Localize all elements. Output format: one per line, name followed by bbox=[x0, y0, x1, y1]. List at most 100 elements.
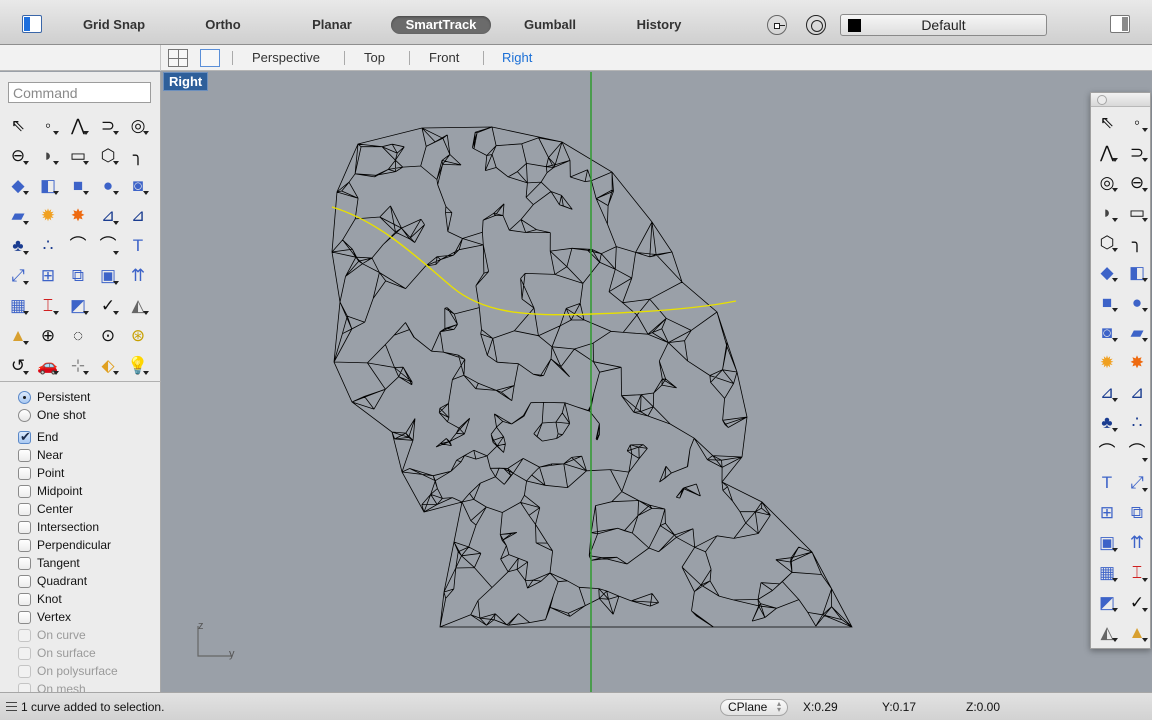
array-tool-button[interactable]: ⊞ bbox=[33, 260, 63, 290]
command-input[interactable] bbox=[8, 82, 151, 103]
checkbox[interactable] bbox=[18, 610, 31, 624]
mesh-edges[interactable] bbox=[331, 126, 853, 628]
lightbulb-tool-button[interactable]: 💡 bbox=[123, 350, 153, 380]
checkbox[interactable] bbox=[18, 466, 31, 480]
osnap-center[interactable]: Center bbox=[18, 500, 158, 518]
polygon-tool-button[interactable]: ⬡ bbox=[93, 140, 123, 170]
check-tool-button[interactable]: ✓ bbox=[1122, 587, 1152, 617]
zoom-in-out-tool-button[interactable]: ⊕ bbox=[33, 320, 63, 350]
point-tool-button[interactable]: ◦ bbox=[33, 110, 63, 140]
polyline-tool-button[interactable]: ⋀ bbox=[1092, 137, 1122, 167]
rotate-scale-tool-button[interactable]: ⧉ bbox=[1122, 497, 1152, 527]
solid-edit-tool-button[interactable]: ▣ bbox=[93, 260, 123, 290]
render-light-tool-button[interactable]: ▲ bbox=[3, 320, 33, 350]
viewport-canvas[interactable] bbox=[162, 72, 1152, 692]
curve-edit-tool-button[interactable]: ⌒ bbox=[63, 230, 93, 260]
surface-patch-tool-button[interactable]: ▰ bbox=[1122, 317, 1152, 347]
checkbox[interactable] bbox=[18, 574, 31, 588]
arc-tool-button[interactable]: ◗ bbox=[1092, 197, 1122, 227]
zoom-extents-tool-button[interactable]: ⊙ bbox=[93, 320, 123, 350]
render-shapes-tool-button[interactable]: ◭ bbox=[1092, 617, 1122, 647]
gumball-button[interactable]: Gumball bbox=[518, 16, 582, 34]
cylinder-tool-button[interactable]: ◙ bbox=[1092, 317, 1122, 347]
hamburger-menu-icon[interactable] bbox=[6, 702, 17, 711]
history-button[interactable]: History bbox=[630, 16, 688, 34]
text-tool-button[interactable]: T bbox=[123, 230, 153, 260]
car-render-tool-button[interactable]: 🚗 bbox=[33, 350, 63, 380]
transform-tool-button[interactable]: ◩ bbox=[1092, 587, 1122, 617]
dimension-tool-button[interactable]: ⌶ bbox=[33, 290, 63, 320]
polygon-tool-button[interactable]: ⬡ bbox=[1092, 227, 1122, 257]
zoom-selected-tool-button[interactable]: ⊛ bbox=[123, 320, 153, 350]
transform-tool-button[interactable]: ◩ bbox=[63, 290, 93, 320]
ellipse-tool-button[interactable]: ⊖ bbox=[1122, 167, 1152, 197]
check-tool-button[interactable]: ✓ bbox=[93, 290, 123, 320]
palette-titlebar[interactable] bbox=[1091, 93, 1150, 107]
mesh-wireframe[interactable] bbox=[331, 126, 853, 628]
surface-from-points-tool-button[interactable]: ◆ bbox=[1092, 257, 1122, 287]
extrude-arrows-tool-button[interactable]: ⇈ bbox=[1122, 527, 1152, 557]
select-arrow-tool-button[interactable]: ⇖ bbox=[3, 110, 33, 140]
dimension-tool-button[interactable]: ⌶ bbox=[1122, 557, 1152, 587]
toggle-left-sidebar-button[interactable] bbox=[22, 15, 42, 33]
zoom-window-tool-button[interactable]: ◌ bbox=[63, 320, 93, 350]
close-icon[interactable] bbox=[1097, 95, 1107, 105]
tab-top[interactable]: Top bbox=[364, 50, 385, 65]
checkbox[interactable] bbox=[18, 592, 31, 606]
cplane-tool-button[interactable]: ⊹ bbox=[63, 350, 93, 380]
grid-snap-button[interactable]: Grid Snap bbox=[78, 16, 150, 34]
toggle-right-sidebar-button[interactable] bbox=[1110, 15, 1130, 33]
render-shapes-tool-button[interactable]: ◭ bbox=[123, 290, 153, 320]
curve-offset-tool-button[interactable]: ⌒ bbox=[93, 230, 123, 260]
curve-edit-tool-button[interactable]: ⌒ bbox=[1092, 437, 1122, 467]
rotate-view-tool-button[interactable]: ↺ bbox=[3, 350, 33, 380]
explode-tool-button[interactable]: ✸ bbox=[1122, 347, 1152, 377]
osnap-end[interactable]: End bbox=[18, 428, 158, 446]
arc-tool-button[interactable]: ◗ bbox=[33, 140, 63, 170]
checkbox[interactable] bbox=[18, 520, 31, 534]
extrude-arrows-tool-button[interactable]: ⇈ bbox=[123, 260, 153, 290]
single-view-layout-icon[interactable] bbox=[200, 49, 220, 67]
split-tool-button[interactable]: ⊿ bbox=[1092, 377, 1122, 407]
ortho-button[interactable]: Ortho bbox=[196, 16, 250, 34]
move-tool-button[interactable]: ⤢ bbox=[1122, 467, 1152, 497]
osnap-vertex[interactable]: Vertex bbox=[18, 608, 158, 626]
move-tool-button[interactable]: ⤢ bbox=[3, 260, 33, 290]
grid-array-tool-button[interactable]: ▦ bbox=[1092, 557, 1122, 587]
surface-patch-tool-button[interactable]: ▰ bbox=[3, 200, 33, 230]
planar-button[interactable]: Planar bbox=[305, 16, 359, 34]
osnap-perpendicular[interactable]: Perpendicular bbox=[18, 536, 158, 554]
trim-tool-button[interactable]: ⊿ bbox=[123, 200, 153, 230]
extrude-surface-tool-button[interactable]: ◧ bbox=[33, 170, 63, 200]
checkbox[interactable] bbox=[18, 538, 31, 552]
ellipse-tool-button[interactable]: ⊖ bbox=[3, 140, 33, 170]
tab-right[interactable]: Right bbox=[502, 50, 532, 65]
trim-tool-button[interactable]: ⊿ bbox=[1122, 377, 1152, 407]
osnap-point[interactable]: Point bbox=[18, 464, 158, 482]
smarttrack-button[interactable]: SmartTrack bbox=[391, 16, 491, 34]
viewport-title-label[interactable]: Right bbox=[163, 72, 209, 91]
select-arrow-tool-button[interactable]: ⇖ bbox=[1092, 107, 1122, 137]
rotate-scale-tool-button[interactable]: ⧉ bbox=[63, 260, 93, 290]
record-history-icon[interactable] bbox=[806, 15, 826, 35]
block-tool-button[interactable]: ⬖ bbox=[93, 350, 123, 380]
cplane-dropdown[interactable]: CPlane ▴ ▾ bbox=[720, 699, 788, 716]
rectangle-tool-button[interactable]: ▭ bbox=[63, 140, 93, 170]
radio-button[interactable] bbox=[18, 390, 31, 404]
osnap-mode-one-shot[interactable]: One shot bbox=[18, 406, 158, 424]
osnap-near[interactable]: Near bbox=[18, 446, 158, 464]
osnap-quadrant[interactable]: Quadrant bbox=[18, 572, 158, 590]
boolean-union-tool-button[interactable]: ♣ bbox=[1092, 407, 1122, 437]
curve-tool-button[interactable]: ⊃ bbox=[93, 110, 123, 140]
polyline-tool-button[interactable]: ⋀ bbox=[63, 110, 93, 140]
osnap-midpoint[interactable]: Midpoint bbox=[18, 482, 158, 500]
viewport-right[interactable]: Right z y bbox=[162, 72, 1152, 692]
group-tool-button[interactable]: ∴ bbox=[33, 230, 63, 260]
boolean-puzzle-tool-button[interactable]: ✹ bbox=[1092, 347, 1122, 377]
curve-tool-button[interactable]: ⊃ bbox=[1122, 137, 1152, 167]
osnap-knot[interactable]: Knot bbox=[18, 590, 158, 608]
osnap-tangent[interactable]: Tangent bbox=[18, 554, 158, 572]
circle-tool-button[interactable]: ◎ bbox=[123, 110, 153, 140]
checkbox[interactable] bbox=[18, 429, 31, 445]
render-light-tool-button[interactable]: ▲ bbox=[1122, 617, 1152, 647]
